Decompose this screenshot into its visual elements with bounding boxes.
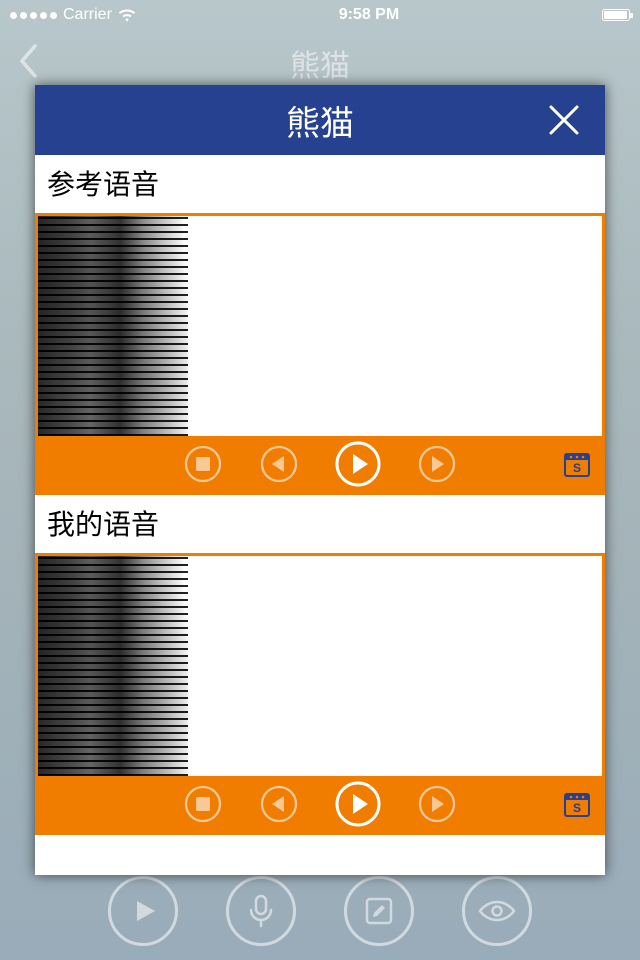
- battery-icon: [602, 9, 630, 21]
- schedule-icon[interactable]: S: [562, 789, 592, 819]
- svg-text:S: S: [573, 461, 581, 475]
- reference-controls: S: [38, 436, 602, 492]
- status-time: 9:58 PM: [339, 6, 399, 24]
- eye-button-bottom[interactable]: [462, 876, 532, 946]
- status-bar: Carrier 9:58 PM: [0, 0, 640, 30]
- bottom-toolbar: [0, 876, 640, 946]
- next-button[interactable]: [416, 783, 458, 825]
- next-button[interactable]: [416, 443, 458, 485]
- play-button-bottom[interactable]: [108, 876, 178, 946]
- edit-button-bottom[interactable]: [344, 876, 414, 946]
- reference-label: 参考语音: [47, 163, 593, 203]
- my-audio-panel: 我的语音 S: [35, 495, 605, 835]
- my-controls: S: [38, 776, 602, 832]
- modal-header: 熊猫: [35, 85, 605, 155]
- svg-text:S: S: [573, 801, 581, 815]
- play-button[interactable]: [334, 780, 382, 828]
- carrier-label: Carrier: [63, 6, 112, 24]
- close-button[interactable]: [536, 85, 591, 155]
- stop-button[interactable]: [182, 783, 224, 825]
- my-audio-label: 我的语音: [47, 503, 593, 543]
- modal-title: 熊猫: [286, 96, 354, 145]
- wifi-icon: [118, 8, 136, 22]
- play-button[interactable]: [334, 440, 382, 488]
- reference-audio-panel: 参考语音 S: [35, 155, 605, 495]
- reference-spectrogram[interactable]: [38, 216, 602, 436]
- schedule-icon[interactable]: S: [562, 449, 592, 479]
- my-spectrogram[interactable]: [38, 556, 602, 776]
- status-right: [602, 9, 630, 21]
- prev-button[interactable]: [258, 443, 300, 485]
- signal-dots: [10, 12, 57, 19]
- status-left: Carrier: [10, 6, 136, 24]
- audio-compare-modal: 熊猫 参考语音: [35, 85, 605, 875]
- mic-button-bottom[interactable]: [226, 876, 296, 946]
- prev-button[interactable]: [258, 783, 300, 825]
- stop-button[interactable]: [182, 443, 224, 485]
